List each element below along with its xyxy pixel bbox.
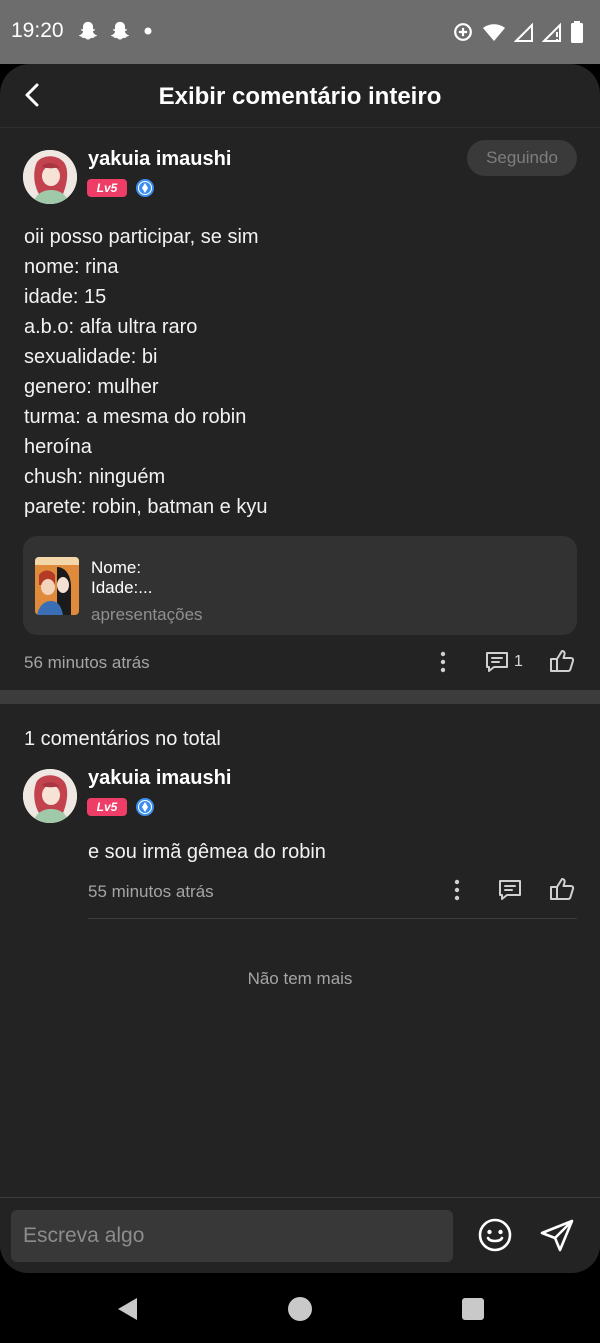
section-divider — [0, 690, 600, 704]
post-line: genero: mulher — [24, 376, 159, 398]
comment-separator — [88, 918, 577, 919]
dot-icon — [144, 27, 152, 35]
system-icons — [452, 20, 584, 44]
following-button[interactable]: Seguindo — [467, 140, 577, 176]
referenced-post-card[interactable]: Nome: Idade:... apresentações — [23, 536, 577, 635]
comment-input-bar — [0, 1197, 600, 1273]
level-badge: Lv5 — [87, 179, 127, 197]
nav-home-icon[interactable] — [288, 1297, 312, 1321]
post-timestamp: 56 minutos atrás — [24, 653, 150, 672]
post-line: idade: 15 — [24, 286, 107, 308]
reply-icon[interactable] — [496, 876, 524, 904]
post-line: parete: robin, batman e kyu — [24, 496, 268, 518]
post-line: turma: a mesma do robin — [24, 406, 247, 428]
post-line: chush: ninguém — [24, 466, 166, 488]
nav-back-icon[interactable] — [115, 1296, 141, 1322]
avatar[interactable] — [23, 150, 77, 204]
comment-timestamp: 55 minutos atrás — [88, 882, 214, 901]
system-navigation-bar — [0, 1273, 600, 1343]
nav-recents-icon[interactable] — [462, 1298, 484, 1320]
end-of-list-label: Não tem mais — [247, 969, 353, 988]
like-icon[interactable] — [548, 647, 576, 675]
level-badge: Lv5 — [87, 798, 127, 816]
verified-badge-icon — [136, 179, 154, 197]
avatar[interactable] — [23, 769, 77, 823]
status-time: 19:20 — [11, 19, 64, 42]
notification-icons — [77, 20, 155, 42]
page-title: Exibir comentário inteiro — [158, 83, 442, 110]
signal-icon — [542, 22, 561, 42]
verified-badge-icon — [136, 798, 154, 816]
header: Exibir comentário inteiro — [0, 64, 600, 128]
comment-sheet: Exibir comentário inteiro yakuia imaushi… — [0, 64, 600, 1273]
referenced-post-title-line: Idade:... — [91, 578, 153, 597]
comment-input[interactable] — [11, 1210, 453, 1262]
more-options-icon[interactable] — [443, 876, 471, 904]
more-options-icon[interactable] — [429, 648, 457, 676]
send-icon[interactable] — [538, 1216, 576, 1254]
post-line: nome: rina — [24, 256, 119, 278]
emoji-icon[interactable] — [476, 1216, 514, 1254]
post-line: heroína — [24, 436, 92, 458]
data-saver-icon — [454, 23, 472, 41]
referenced-post-category: apresentações — [91, 605, 203, 624]
commenter-name[interactable]: yakuia imaushi — [88, 767, 231, 790]
referenced-post-thumbnail — [35, 557, 79, 615]
comment-count: 1 — [514, 653, 523, 670]
wifi-icon — [483, 24, 505, 41]
comment-icon[interactable] — [483, 648, 511, 676]
post-line: a.b.o: alfa ultra raro — [24, 316, 198, 338]
like-icon[interactable] — [548, 875, 576, 903]
snapchat-icon — [111, 21, 129, 40]
battery-icon — [571, 21, 583, 43]
signal-icon — [514, 22, 533, 42]
author-name[interactable]: yakuia imaushi — [88, 148, 231, 171]
post-text: oii posso participar, se sim nome: rina … — [24, 222, 564, 522]
post-line: oii posso participar, se sim — [24, 226, 259, 248]
snapchat-icon — [79, 21, 97, 40]
referenced-post-title-line: Nome: — [91, 558, 142, 577]
post-line: sexualidade: bi — [24, 346, 158, 368]
comment-text: e sou irmã gêmea do robin — [88, 841, 326, 863]
comments-total: 1 comentários no total — [24, 728, 221, 750]
status-bar: 19:20 — [0, 0, 600, 64]
